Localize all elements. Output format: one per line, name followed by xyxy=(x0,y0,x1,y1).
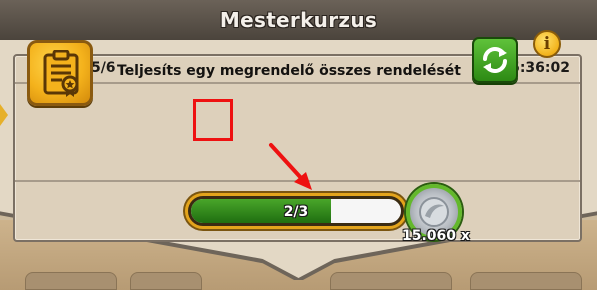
annotation-highlight-box xyxy=(193,99,233,141)
background-tile xyxy=(470,272,582,290)
info-icon: i xyxy=(543,34,551,54)
title-bar: Mesterkurzus xyxy=(0,0,597,40)
refresh-button[interactable] xyxy=(472,37,518,83)
background-tile xyxy=(130,272,202,290)
clipboard-graphic xyxy=(43,50,79,97)
progress-text: 2/3 xyxy=(283,204,309,220)
reward-amount: 15.060 x xyxy=(402,228,470,244)
task-description: Teljesíts egy megrendelő összes rendelés… xyxy=(117,63,461,79)
background-tile xyxy=(330,272,452,290)
task-progress-bar: 2/3 xyxy=(185,193,407,229)
info-button[interactable]: i xyxy=(533,30,561,58)
refresh-icon xyxy=(483,47,507,73)
window-title: Mesterkurzus xyxy=(219,8,378,32)
coin-emblem xyxy=(419,197,449,227)
clipboard-certificate-icon xyxy=(27,40,93,106)
background-tile xyxy=(25,272,117,290)
annotation-arrow-icon xyxy=(269,143,312,190)
